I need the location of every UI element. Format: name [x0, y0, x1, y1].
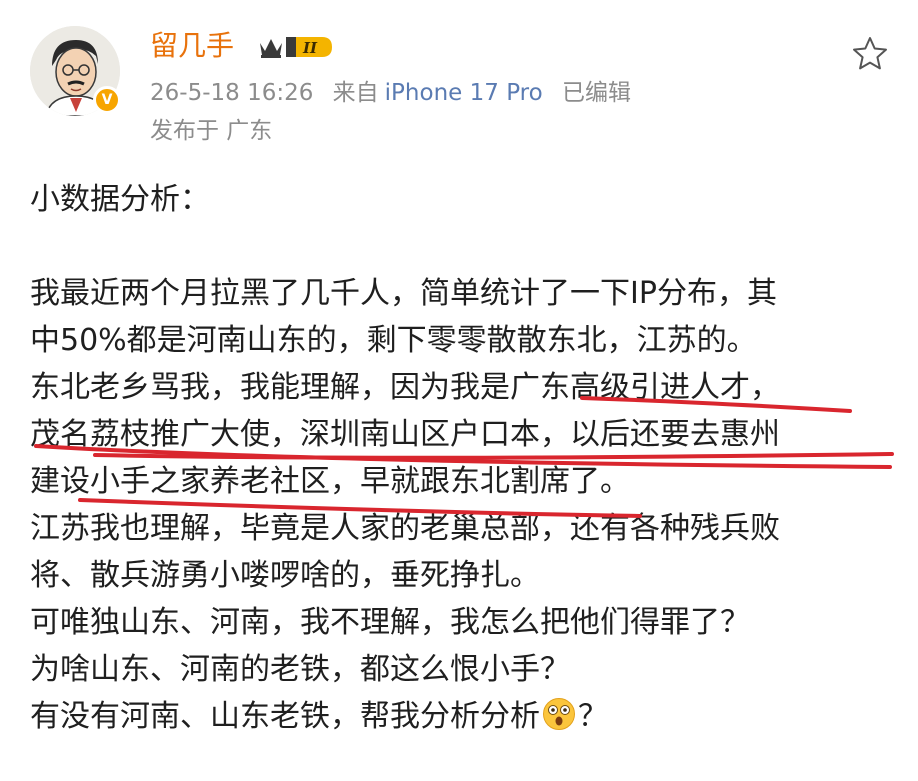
post-line: 小数据分析： [30, 182, 210, 217]
post-body: 小数据分析： 我最近两个月拉黑了几千人，简单统计了一下IP分布，其 中50%都是… [30, 176, 900, 740]
username-link[interactable]: 留几手 [150, 26, 234, 66]
post-meta: 26-5-18 16:26 来自 iPhone 17 Pro 已编辑 [150, 76, 631, 110]
post-timestamp: 26-5-18 16:26 [150, 80, 314, 106]
post-location: 发布于 广东 [150, 118, 273, 144]
weibo-post: V 留几手 II 26-5-18 16:26 来自 iPhone 17 Pro 已… [0, 0, 918, 781]
post-line: 为啥山东、河南的老铁，都这么恨小手？ [30, 652, 570, 687]
post-line: 可唯独山东、河南，我不理解，我怎么把他们得罪了？ [30, 605, 750, 640]
star-outline-icon[interactable] [850, 34, 890, 74]
post-line: 建设小手之家养老社区，早就跟东北割席了。 [30, 464, 630, 499]
post-line-text: 有没有河南、山东老铁，帮我分析分析 [30, 699, 540, 734]
rank-level-text: II [302, 39, 318, 57]
post-line: 将、散兵游勇小喽啰啥的，垂死挣扎。 [30, 558, 540, 593]
verified-badge-icon: V [93, 86, 121, 114]
post-line: 中50%都是河南山东的，剩下零零散散东北，江苏的。 [30, 323, 757, 358]
edited-label[interactable]: 已编辑 [562, 80, 631, 106]
verified-mark: V [101, 92, 113, 108]
post-line: 江苏我也理解，毕竟是人家的老巢总部，还有各种残兵败 [30, 511, 780, 546]
post-line: 我最近两个月拉黑了几千人，简单统计了一下IP分布，其 [30, 276, 777, 311]
source-label: 来自 [332, 80, 379, 106]
post-line: 茂名荔枝推广大使，深圳南山区户口本，以后还要去惠州 [30, 417, 780, 452]
dizzy-face-emoji-icon [543, 698, 575, 730]
device-name: iPhone 17 Pro [384, 80, 543, 106]
crown-rank-badge-icon[interactable]: II [256, 33, 336, 61]
post-line-end: ？ [578, 699, 608, 734]
post-line: 东北老乡骂我，我能理解，因为我是广东高级引进人才， [30, 370, 780, 405]
post-line-last: 有没有河南、山东老铁，帮我分析分析 ？ [30, 693, 900, 740]
